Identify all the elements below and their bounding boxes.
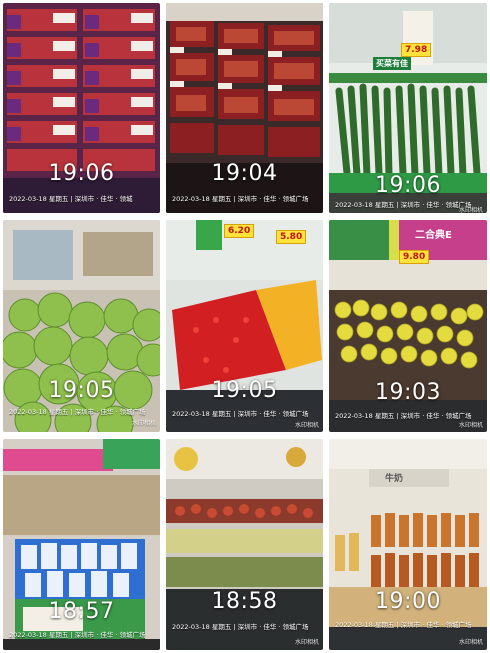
price-tag: 6.20 (224, 224, 255, 238)
watermark-brand: 水印相机 (294, 639, 319, 646)
photo-tile-packaged-meat[interactable]: 19:06 2022-03-18 星期五 | 深圳市 · 佳华 · 领城 (3, 3, 160, 213)
produce-aisle-photo (166, 439, 323, 650)
time-label: 18:57 (48, 599, 115, 624)
watermark-brand: 水印相机 (458, 422, 483, 429)
date-location-stamp: 2022-03-18 星期五 | 深圳市 · 佳华 · 领城广场 (172, 623, 309, 631)
photo-tile-pears[interactable]: 二合典E 9.80 19:03 2022-03-18 星期五 | 深圳市 · 佳… (329, 220, 487, 432)
time-label: 19:06 (375, 173, 441, 198)
time-label: 18:58 (211, 589, 278, 614)
store-sign: 买菜有佳 (373, 57, 411, 70)
date-location-stamp: 2022-03-18 星期五 | 深圳市 · 佳华 · 领城广场 (335, 621, 472, 629)
date-location-stamp: 2022-03-18 星期五 | 深圳市 · 佳华 · 领城 (9, 195, 133, 203)
store-sign: 牛奶 (385, 474, 404, 484)
price-tag-2: 5.80 (276, 230, 307, 244)
time-label: 19:05 (48, 378, 115, 403)
photo-tile-cherry-tomatoes[interactable]: 6.20 5.80 19:05 2022-03-18 星期五 | 深圳市 · 佳… (166, 220, 323, 432)
date-location-stamp: 2022-03-18 星期五 | 深圳市 · 佳华 · 领城广场 (172, 195, 309, 203)
photo-tile-cucumbers[interactable]: 7.98 买菜有佳 19:06 2022-03-18 星期五 | 深圳市 · 佳… (329, 3, 487, 213)
watermark-brand: 水印相机 (294, 422, 319, 429)
photo-grid: 19:06 2022-03-18 星期五 | 深圳市 · 佳华 · 领城 19:… (0, 0, 490, 653)
date-location-stamp: 2022-03-18 星期五 | 深圳市 · 佳华 · 领城广场 (335, 412, 472, 420)
watermark-brand: 水印相机 (131, 420, 156, 427)
watermark-brand: 水印相机 (458, 207, 483, 213)
time-label: 19:00 (375, 589, 441, 614)
price-tag: 7.98 (401, 43, 432, 57)
photo-tile-drinks-shelf[interactable]: 牛奶 19:00 2022-03-18 星期五 | 深圳市 · 佳华 · 领城广… (329, 439, 487, 650)
date-location-stamp: 2022-03-18 星期五 | 深圳市 · 佳华 · 领城广场 (335, 201, 472, 209)
photo-tile-cabbages[interactable]: 19:05 2022-03-18 星期五 | 深圳市 · 佳华 · 领城广场 水… (3, 220, 160, 432)
time-label: 19:04 (211, 161, 278, 186)
price-tag: 9.80 (399, 250, 430, 264)
photo-tile-meat-trays[interactable]: 19:04 2022-03-18 星期五 | 深圳市 · 佳华 · 领城广场 (166, 3, 323, 213)
photo-tile-snack-aisle[interactable]: 18:57 2022-03-18 星期五 | 深圳市 · 佳华 · 领城广场 (3, 439, 160, 650)
time-label: 19:03 (375, 380, 441, 405)
photo-tile-produce-aisle[interactable]: 18:58 2022-03-18 星期五 | 深圳市 · 佳华 · 领城广场 水… (166, 439, 323, 650)
date-location-stamp: 2022-03-18 星期五 | 深圳市 · 佳华 · 领城广场 (172, 410, 309, 418)
store-sign: 二合典E (415, 230, 452, 241)
time-label: 19:06 (48, 161, 115, 186)
watermark-brand: 水印相机 (458, 639, 483, 646)
time-label: 19:05 (211, 378, 278, 403)
date-location-stamp: 2022-03-18 星期五 | 深圳市 · 佳华 · 领城广场 (9, 408, 146, 416)
date-location-stamp: 2022-03-18 星期五 | 深圳市 · 佳华 · 领城广场 (9, 631, 146, 639)
